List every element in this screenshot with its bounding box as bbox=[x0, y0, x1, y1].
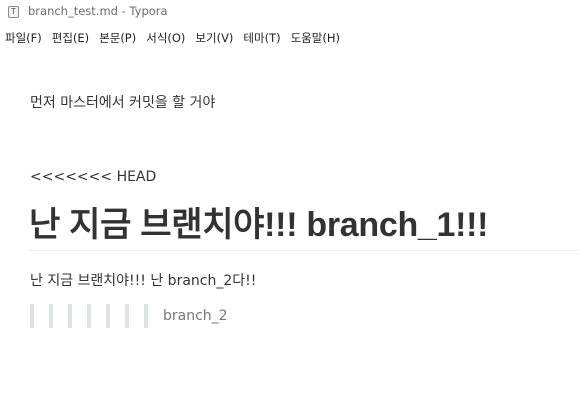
blockquote-bar bbox=[68, 304, 72, 328]
typora-icon: T bbox=[8, 6, 19, 18]
menu-format[interactable]: 서식(O) bbox=[141, 30, 190, 46]
blockquote-text[interactable]: branch_2 bbox=[163, 308, 228, 324]
blockquote-bar bbox=[125, 304, 129, 328]
blockquote-bar bbox=[49, 304, 53, 328]
menu-help[interactable]: 도움말(H) bbox=[286, 30, 345, 46]
typora-window: T branch_test.md - Typora 파일(F) 편집(E) 본문… bbox=[0, 0, 580, 414]
menu-theme[interactable]: 테마(T) bbox=[238, 30, 285, 46]
menu-edit[interactable]: 편집(E) bbox=[47, 30, 94, 46]
paragraph-intro[interactable]: 먼저 마스터에서 커밋을 할 거야 bbox=[30, 92, 215, 112]
menu-paragraph[interactable]: 본문(P) bbox=[94, 30, 141, 46]
menu-bar: 파일(F) 편집(E) 본문(P) 서식(O) 보기(V) 테마(T) 도움말(… bbox=[0, 27, 345, 49]
title-bar: T branch_test.md - Typora bbox=[0, 0, 580, 24]
window-title: branch_test.md - Typora bbox=[28, 4, 168, 18]
blockquote-bar bbox=[144, 304, 148, 328]
menu-file[interactable]: 파일(F) bbox=[0, 30, 47, 46]
paragraph-branch2[interactable]: 난 지금 브랜치야!!! 난 branch_2다!! bbox=[30, 270, 256, 290]
menu-view[interactable]: 보기(V) bbox=[190, 30, 238, 46]
blockquote-bar bbox=[106, 304, 110, 328]
document-editor[interactable]: 먼저 마스터에서 커밋을 할 거야 <<<<<<< HEAD 난 지금 브랜치야… bbox=[0, 50, 580, 414]
paragraph-conflict-marker[interactable]: <<<<<<< HEAD bbox=[30, 169, 156, 185]
blockquote-bar bbox=[30, 304, 34, 328]
nested-blockquote[interactable]: branch_2 bbox=[30, 303, 228, 329]
blockquote-bar bbox=[87, 304, 91, 328]
heading-underline bbox=[29, 250, 580, 251]
heading-1[interactable]: 난 지금 브랜치야!!! branch_1!!! bbox=[29, 202, 489, 248]
